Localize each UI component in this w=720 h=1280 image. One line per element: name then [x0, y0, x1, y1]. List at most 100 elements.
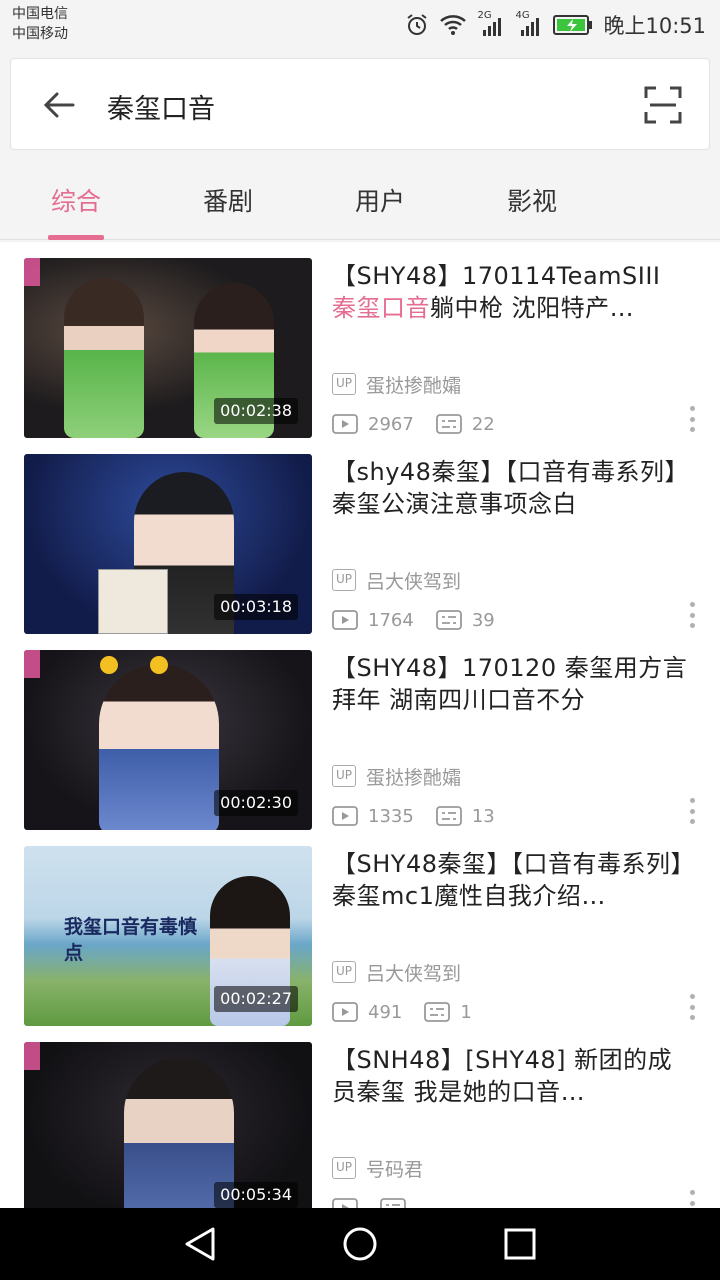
recents-icon	[504, 1228, 536, 1260]
views-stat: 1764	[332, 610, 414, 631]
comment-count: 13	[471, 805, 495, 827]
views-stat	[332, 1198, 358, 1208]
status-bar: 中国电信 中国移动 2G 4G 晚上10:51	[0, 0, 720, 50]
video-duration: 00:02:27	[214, 986, 298, 1012]
video-thumbnail[interactable]: 00:03:18	[24, 454, 312, 634]
title-text: 【shy48秦玺】【口音有毒系列】秦玺公演注意事项念白	[332, 458, 689, 518]
title-text: 【SNH48】[SHY48] 新团的成员秦玺 我是她的口音…	[332, 1046, 673, 1106]
video-title[interactable]: 【SHY48】170120 秦玺用方言拜年 湖南四川口音不分	[332, 652, 692, 716]
views-stat: 2967	[332, 414, 414, 435]
uploader[interactable]: UP 吕大侠驾到	[332, 568, 462, 593]
scan-icon	[644, 86, 682, 124]
danmaku-icon	[380, 1198, 406, 1208]
thumbnail-caption: 我玺口音有毒慎点	[64, 916, 198, 964]
uploader[interactable]: UP 蛋挞掺酏孀	[332, 372, 461, 397]
tab-bangumi[interactable]: 番剧	[188, 160, 268, 240]
nav-home-button[interactable]	[340, 1224, 380, 1264]
view-count: 491	[368, 1001, 403, 1023]
more-options-button[interactable]	[682, 992, 702, 1022]
video-thumbnail[interactable]: 00:02:30	[24, 650, 312, 830]
more-options-button[interactable]	[682, 1188, 702, 1208]
uploader-name: 吕大侠驾到	[366, 570, 462, 593]
video-stats	[332, 1196, 428, 1208]
views-stat: 491	[332, 1002, 402, 1023]
signal-2g-label: 2G	[477, 10, 492, 21]
thumbnail-figure	[99, 664, 219, 830]
play-icon	[332, 806, 358, 826]
video-item[interactable]: 00:02:38 【SHY48】170114TeamSIII 秦玺口音躺中枪 沈…	[0, 258, 720, 454]
alarm-icon	[407, 14, 428, 35]
play-icon	[332, 1198, 358, 1208]
play-icon	[332, 1002, 358, 1022]
video-title[interactable]: 【SHY48】170114TeamSIII 秦玺口音躺中枪 沈阳特产…	[332, 260, 692, 324]
nav-back-button[interactable]	[180, 1224, 220, 1264]
video-thumbnail[interactable]: 00:02:38	[24, 258, 312, 438]
video-title[interactable]: 【SNH48】[SHY48] 新团的成员秦玺 我是她的口音…	[332, 1044, 692, 1108]
tab-users[interactable]: 用户	[340, 160, 420, 240]
video-item[interactable]: 00:02:30 【SHY48】170120 秦玺用方言拜年 湖南四川口音不分 …	[0, 650, 720, 846]
comments-stat: 39	[435, 610, 495, 631]
video-item[interactable]: 我玺口音有毒慎点 00:02:27 【SHY48秦玺】【口音有毒系列】秦玺mc1…	[0, 846, 720, 1042]
title-text: 【SHY48】170114TeamSIII	[332, 262, 661, 290]
system-nav-bar	[0, 1208, 720, 1280]
status-icons: 2G 4G 晚上10:51	[405, 10, 706, 40]
video-item[interactable]: 00:03:18 【shy48秦玺】【口音有毒系列】秦玺公演注意事项念白 UP …	[0, 454, 720, 650]
comments-stat: 13	[435, 805, 495, 827]
video-duration: 00:02:38	[214, 398, 298, 424]
uploader-name: 号码君	[366, 1158, 424, 1181]
carrier-2: 中国移动	[12, 26, 68, 42]
signal-4g: 4G	[515, 10, 543, 38]
video-stats: 2967 22	[332, 412, 517, 436]
comments-stat	[380, 1198, 406, 1208]
thumbnail-book	[98, 569, 168, 634]
uploader[interactable]: UP 蛋挞掺酏孀	[332, 764, 462, 789]
active-tab-indicator	[48, 235, 104, 240]
scan-button[interactable]	[639, 81, 687, 129]
view-count: 1335	[368, 805, 414, 827]
comment-count: 22	[471, 413, 495, 435]
more-options-button[interactable]	[682, 600, 702, 630]
views-stat: 1335	[332, 806, 414, 827]
more-options-button[interactable]	[682, 796, 702, 826]
video-duration: 00:05:34	[214, 1182, 298, 1208]
uploader[interactable]: UP 号码君	[332, 1156, 424, 1181]
tab-all[interactable]: 综合	[36, 160, 116, 240]
clock: 晚上10:51	[603, 14, 706, 38]
results-list[interactable]: 00:02:38 【SHY48】170114TeamSIII 秦玺口音躺中枪 沈…	[0, 242, 720, 1208]
uploader-name: 蛋挞掺酏孀	[366, 766, 462, 789]
danmaku-icon	[435, 806, 462, 826]
thumbnail-hair-ornament	[150, 656, 168, 674]
up-badge: UP	[332, 765, 357, 787]
nav-recents-button[interactable]	[500, 1224, 540, 1264]
battery-charging-icon	[553, 15, 593, 35]
search-query[interactable]: 秦玺口音	[107, 87, 215, 126]
video-stats: 491 1	[332, 1000, 494, 1024]
video-stats: 1764 39	[332, 608, 517, 632]
video-thumbnail[interactable]: 00:05:34	[24, 1042, 312, 1208]
tab-bar: 综合 番剧 用户 影视	[0, 160, 720, 240]
signal-2g: 2G	[477, 10, 505, 38]
tab-movies[interactable]: 影视	[492, 160, 572, 240]
danmaku-icon	[435, 414, 462, 434]
up-badge: UP	[332, 961, 357, 983]
video-item[interactable]: 00:05:34 【SNH48】[SHY48] 新团的成员秦玺 我是她的口音… …	[0, 1042, 720, 1208]
video-title[interactable]: 【SHY48秦玺】【口音有毒系列】秦玺mc1魔性自我介绍…	[332, 848, 692, 912]
video-title[interactable]: 【shy48秦玺】【口音有毒系列】秦玺公演注意事项念白	[332, 456, 692, 520]
thumbnail-hair-ornament	[100, 656, 118, 674]
comments-stat: 22	[435, 413, 495, 435]
view-count: 2967	[368, 413, 414, 435]
title-text: 躺中枪 沈阳特产…	[430, 294, 635, 322]
up-badge: UP	[332, 373, 357, 395]
uploader[interactable]: UP 吕大侠驾到	[332, 960, 461, 985]
channel-badge	[24, 1042, 40, 1070]
danmaku-icon	[424, 1002, 451, 1022]
wifi-icon	[440, 15, 467, 35]
arrow-left-icon	[43, 92, 75, 118]
back-button[interactable]	[35, 81, 83, 129]
app-screen: 中国电信 中国移动 2G 4G 晚上10:51 秦玺口音 综合 番剧 用户 影视…	[0, 0, 720, 1280]
play-icon	[332, 610, 358, 630]
up-badge: UP	[332, 1157, 357, 1179]
search-bar: 秦玺口音	[10, 58, 710, 150]
more-options-button[interactable]	[682, 404, 702, 434]
video-thumbnail[interactable]: 我玺口音有毒慎点 00:02:27	[24, 846, 312, 1026]
